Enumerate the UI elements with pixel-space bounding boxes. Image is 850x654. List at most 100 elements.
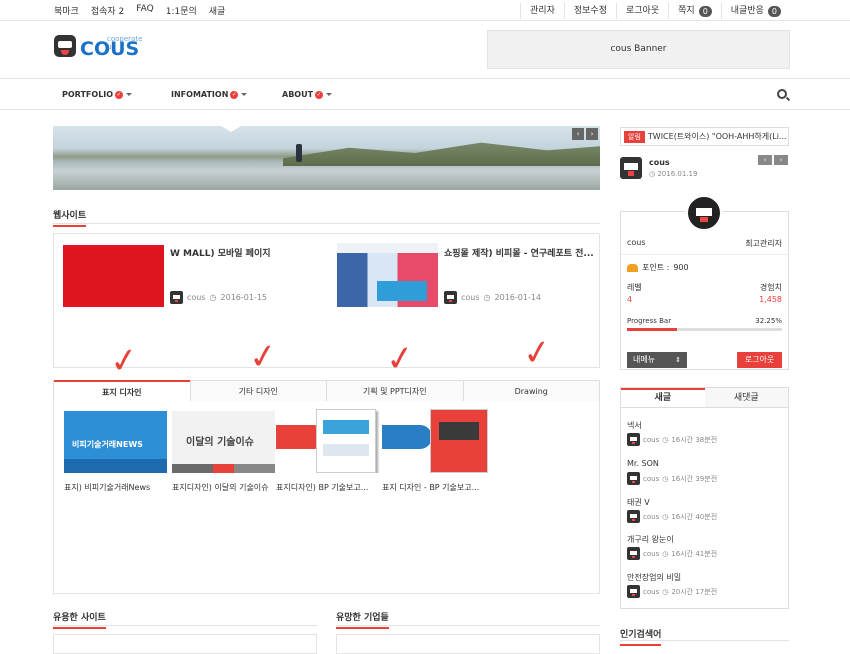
gallery-caption[interactable]: 표지디자인) BP 기술보고... (276, 482, 380, 493)
profile-avatar (686, 195, 722, 231)
my-menu-button[interactable]: 내메뉴 ⇕ (627, 352, 687, 368)
exp-value: 1,458 (759, 295, 782, 304)
robot-logo-icon (54, 35, 76, 57)
gallery-thumbnail[interactable] (382, 407, 488, 473)
tab-ppt-design[interactable]: 기획 및 PPT디자인 (326, 380, 463, 401)
logo-text: COUS (80, 38, 140, 60)
progress-fill (627, 328, 677, 331)
header-banner[interactable]: cous Banner (487, 30, 790, 69)
post-thumbnail[interactable] (63, 245, 164, 307)
nav-about[interactable]: ABOUT ✓ (282, 90, 333, 99)
post-thumbnail[interactable] (337, 243, 438, 307)
clock-icon: ◷ (662, 474, 669, 483)
prev-icon[interactable]: ‹ (758, 155, 772, 165)
gallery-caption[interactable]: 표지) 비피기술거래News (64, 482, 174, 493)
avatar (627, 547, 640, 560)
check-icon: ✓ (115, 90, 124, 99)
tab-new-comments[interactable]: 새댓글 (704, 388, 788, 407)
notice-label: 알림 (624, 130, 645, 143)
notice-ticker[interactable]: 알림 TWICE(트와이스) "OOH-AHH하게(Li... (620, 127, 789, 146)
clock-icon: ◷ (209, 293, 217, 302)
coin-icon (627, 263, 638, 272)
memo-link[interactable]: 쪽지 0 (668, 3, 721, 19)
main-nav: PORTFOLIO ✓ INFOMATION ✓ ABOUT ✓ (0, 80, 850, 110)
gallery-thumbnail[interactable]: 이달의 기술이슈 (172, 411, 275, 473)
tab-other-design[interactable]: 기타 디자인 (189, 380, 326, 401)
check-mark-icon: ✓ (246, 335, 281, 379)
next-icon[interactable]: › (774, 155, 788, 165)
promising-companies-title: 유망한 기업들 (336, 610, 389, 629)
useful-sites-title: 유용한 사이트 (53, 610, 106, 629)
clock-icon: ◷ (662, 549, 669, 558)
level-label: 레벨 (627, 283, 642, 292)
admin-link[interactable]: 관리자 (520, 3, 564, 19)
top-left-links: 북마크 접속자 2 FAQ 1:1문의 새글 (54, 4, 225, 17)
reactions-count-badge: 0 (767, 5, 781, 17)
qna-link[interactable]: 1:1문의 (166, 4, 197, 17)
chevron-down-icon (126, 93, 133, 96)
gallery-caption[interactable]: 표지디자인) 이달의 기술이슈 (172, 482, 282, 493)
list-item-meta: cous ◷ 16시간 40분전 (627, 510, 717, 523)
list-item[interactable]: Mr. SON (627, 459, 659, 468)
list-item[interactable]: 개구리 왕눈이 (627, 534, 674, 545)
tab-drawing[interactable]: Drawing (462, 380, 599, 401)
avatar (627, 585, 640, 598)
clock-icon: ◷ (483, 293, 491, 302)
my-reactions-link[interactable]: 내글반응 0 (720, 3, 790, 19)
visitors-link[interactable]: 접속자 2 (91, 4, 124, 17)
post-title[interactable]: W MALL) 모바일 페이지 (170, 246, 271, 259)
check-mark-icon: ✓ (520, 331, 555, 375)
tab-content: 비피기술거래NEWS 이달의 기술이슈 표지) 비피기술거래News 표지디자인… (53, 401, 600, 594)
nav-portfolio[interactable]: PORTFOLIO ✓ (62, 90, 133, 99)
person-figure (296, 144, 302, 162)
list-item-meta: cous ◷ 16시간 38분전 (627, 433, 717, 446)
chevron-down-icon (241, 93, 248, 96)
clock-icon: ◷ (662, 512, 669, 521)
top-bar: 북마크 접속자 2 FAQ 1:1문의 새글 관리자 정보수정 로그아웃 쪽지 0… (0, 0, 850, 21)
header: cooperate us COUS cous Banner (0, 21, 850, 79)
progress-label: Progress Bar (627, 317, 672, 325)
clock-icon: ◷ (662, 587, 669, 596)
slider-next-icon[interactable]: › (586, 128, 598, 140)
logout-link[interactable]: 로그아웃 (616, 3, 668, 19)
logout-button[interactable]: 로그아웃 (737, 352, 782, 368)
avatar (627, 510, 640, 523)
list-item[interactable]: 태권 V (627, 497, 650, 508)
edit-profile-link[interactable]: 정보수정 (563, 3, 616, 19)
avatar (444, 291, 457, 304)
new-posts-link[interactable]: 새글 (209, 4, 226, 17)
list-item-meta: cous ◷ 20시간 17분전 (627, 585, 717, 598)
hero-slider[interactable]: ‹ › (53, 126, 600, 190)
list-item[interactable]: 넥서 (627, 420, 642, 431)
post-title[interactable]: 쇼핑몰 제작) 비피몰 - 연구레포트 전... (444, 246, 594, 259)
slider-prev-icon[interactable]: ‹ (572, 128, 584, 140)
design-tabs: 표지 디자인 기타 디자인 기획 및 PPT디자인 Drawing (53, 380, 600, 402)
check-mark-icon: ✓ (383, 337, 418, 381)
profile-box: cous 최고관리자 포인트 :900 레벨 경험치 4 1,458 Progr… (620, 211, 789, 370)
gallery-thumbnail[interactable]: 비피기술거래NEWS (64, 411, 167, 473)
list-item-meta: cous ◷ 16시간 41분전 (627, 547, 717, 560)
bookmark-link[interactable]: 북마크 (54, 4, 79, 17)
tab-new-posts[interactable]: 새글 (621, 388, 705, 407)
faq-link[interactable]: FAQ (136, 4, 153, 17)
profile-name: cous (627, 238, 646, 247)
clock-icon: ◷ (662, 435, 669, 444)
level-value: 4 (627, 295, 633, 304)
avatar (627, 433, 640, 446)
recent-posts-box: 새글 새댓글 넥서 cous ◷ 16시간 38분전 Mr. SON cous ◷ 16… (620, 387, 789, 609)
list-item[interactable]: 안전장업의 비밀 (627, 572, 681, 583)
check-icon: ✓ (230, 90, 239, 99)
nav-infomation[interactable]: INFOMATION ✓ (171, 90, 248, 99)
gallery-thumbnail[interactable] (276, 407, 382, 473)
progress-bar (627, 328, 782, 331)
progress-value: 32.25% (755, 317, 782, 325)
tab-cover-design[interactable]: 표지 디자인 (54, 380, 190, 401)
avatar (627, 472, 640, 485)
chevron-down-icon (326, 93, 333, 96)
points-row: 포인트 :900 (627, 262, 689, 273)
gallery-caption[interactable]: 표지 디자인 - BP 기술보고... (382, 482, 486, 493)
search-icon[interactable] (777, 89, 787, 99)
site-logo[interactable]: cooperate us COUS (54, 35, 142, 60)
post-meta: cous ◷ 2016-01-15 (170, 291, 267, 304)
check-mark-icon: ✓ (107, 339, 142, 383)
